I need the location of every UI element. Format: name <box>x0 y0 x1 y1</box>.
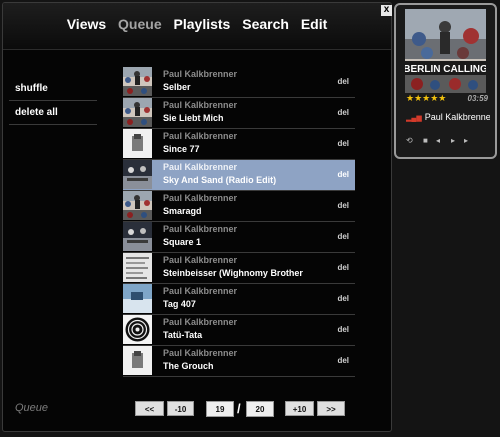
queue-row[interactable]: Paul Kalkbrenner Tatü-Tata del <box>123 315 355 346</box>
queue-list: Paul Kalkbrenner Selber del Paul Kalkbrenne… <box>123 67 355 377</box>
delete-track-button[interactable]: del <box>337 263 349 272</box>
album-art-thumbnail <box>123 253 152 282</box>
album-art-thumbnail <box>123 160 152 189</box>
delete-track-button[interactable]: del <box>337 232 349 241</box>
queue-row[interactable]: Paul Kalkbrenner Sky And Sand (Radio Edit… <box>123 160 355 191</box>
track-title: Sie Liebt Mich <box>163 113 224 123</box>
page-separator: / <box>237 401 241 416</box>
track-artist: Paul Kalkbrenner <box>163 286 238 296</box>
delete-track-button[interactable]: del <box>337 325 349 334</box>
queue-row[interactable]: Paul Kalkbrenner Sie Liebt Mich del <box>123 98 355 129</box>
queue-row[interactable]: Paul Kalkbrenner Square 1 del <box>123 222 355 253</box>
nav-search[interactable]: Search <box>242 16 289 32</box>
track-title: Since 77 <box>163 144 200 154</box>
delete-track-button[interactable]: del <box>337 139 349 148</box>
track-artist: Paul Kalkbrenner <box>163 255 238 265</box>
album-art-thumbnail <box>123 98 152 127</box>
delete-track-button[interactable]: del <box>337 108 349 117</box>
now-playing: ▂▄▆ Paul Kalkbrenner <box>406 112 490 122</box>
stop-icon[interactable]: ■ <box>423 136 428 145</box>
delete-all-button[interactable]: delete all <box>9 101 97 125</box>
total-pages: 20 <box>246 401 274 417</box>
main-nav: Views Queue Playlists Search Edit <box>3 16 391 32</box>
track-artist: Paul Kalkbrenner <box>163 348 238 358</box>
track-title: Tatü-Tata <box>163 330 203 340</box>
play-icon[interactable]: ▸ <box>451 136 455 145</box>
back-10-button[interactable]: -10 <box>167 401 194 416</box>
track-title: Smaragd <box>163 206 202 216</box>
close-icon[interactable]: x <box>381 5 392 16</box>
album-cover[interactable]: BERLIN CALLING <box>405 9 486 93</box>
repeat-icon[interactable]: ⟲ <box>406 136 413 145</box>
album-art-thumbnail <box>123 67 152 96</box>
queue-row[interactable]: Paul Kalkbrenner Selber del <box>123 67 355 98</box>
track-artist: Paul Kalkbrenner <box>163 69 238 79</box>
track-title: Steinbeisser (Wighnomy Brother <box>163 268 303 278</box>
queue-row[interactable]: Paul Kalkbrenner Smaragd del <box>123 191 355 222</box>
now-playing-artist: Paul Kalkbrenner <box>424 112 490 122</box>
queue-row[interactable]: Paul Kalkbrenner Tag 407 del <box>123 284 355 315</box>
track-title: Tag 407 <box>163 299 196 309</box>
next-icon[interactable]: ▸ <box>464 136 468 145</box>
queue-row[interactable]: Paul Kalkbrenner Since 77 del <box>123 129 355 160</box>
track-title: Sky And Sand (Radio Edit) <box>163 175 277 185</box>
player-controls: ⟲ ■ ◂ ▸ ▸ <box>406 136 488 146</box>
track-title: Selber <box>163 82 191 92</box>
track-title: Square 1 <box>163 237 202 247</box>
track-time: 03:59 <box>467 94 488 103</box>
delete-track-button[interactable]: del <box>337 170 349 179</box>
mini-player: BERLIN CALLING ★★★★★ 03:59 ▂▄▆ Paul Kalkb… <box>394 3 497 159</box>
track-artist: Paul Kalkbrenner <box>163 193 238 203</box>
delete-track-button[interactable]: del <box>337 201 349 210</box>
queue-actions: shuffle delete all <box>9 77 97 125</box>
album-art-thumbnail <box>123 129 152 158</box>
first-page-button[interactable]: << <box>135 401 164 416</box>
nav-queue[interactable]: Queue <box>118 16 162 32</box>
rating-stars[interactable]: ★★★★★ <box>406 93 446 104</box>
equalizer-icon: ▂▄▆ <box>406 115 422 122</box>
track-artist: Paul Kalkbrenner <box>163 224 238 234</box>
album-art-thumbnail <box>123 315 152 344</box>
shuffle-button[interactable]: shuffle <box>9 77 97 101</box>
track-artist: Paul Kalkbrenner <box>163 317 238 327</box>
queue-row[interactable]: Paul Kalkbrenner Steinbeisser (Wighnomy B… <box>123 253 355 284</box>
top-nav-bar: Views Queue Playlists Search Edit <box>3 3 391 50</box>
current-page-field[interactable]: 19 <box>206 401 234 417</box>
previous-icon[interactable]: ◂ <box>436 136 440 145</box>
track-artist: Paul Kalkbrenner <box>163 162 238 172</box>
album-title: BERLIN CALLING <box>405 64 486 75</box>
forward-10-button[interactable]: +10 <box>285 401 314 416</box>
nav-playlists[interactable]: Playlists <box>174 16 231 32</box>
nav-views[interactable]: Views <box>67 16 106 32</box>
delete-track-button[interactable]: del <box>337 356 349 365</box>
delete-track-button[interactable]: del <box>337 294 349 303</box>
track-artist: Paul Kalkbrenner <box>163 100 238 110</box>
album-art-thumbnail <box>123 284 152 313</box>
view-label: Queue <box>15 402 49 414</box>
delete-track-button[interactable]: del <box>337 77 349 86</box>
last-page-button[interactable]: >> <box>317 401 345 416</box>
album-art-thumbnail <box>123 222 152 251</box>
album-art-thumbnail <box>123 191 152 220</box>
queue-window: Views Queue Playlists Search Edit shuffl… <box>2 2 392 432</box>
queue-row[interactable]: Paul Kalkbrenner The Grouch del <box>123 346 355 377</box>
album-art-thumbnail <box>123 346 152 375</box>
track-artist: Paul Kalkbrenner <box>163 131 238 141</box>
nav-edit[interactable]: Edit <box>301 16 327 32</box>
track-title: The Grouch <box>163 361 214 371</box>
